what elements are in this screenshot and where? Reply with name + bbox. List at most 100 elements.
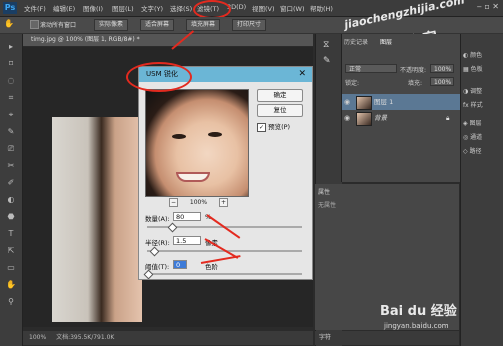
photoshop-logo: Ps [3,2,17,14]
status-bar: 100% 文档:395.5K/791.0K [23,331,313,345]
zoom-level[interactable]: 100% [29,334,46,341]
tool-icon[interactable]: ⌗ [5,93,17,103]
menu-type[interactable]: 文字(Y) [141,3,163,13]
menu-window[interactable]: 窗口(W) [280,3,305,13]
preview-eye [172,134,186,139]
swatches-panel-button[interactable]: ▦ 色板 [463,64,503,76]
threshold-slider-track[interactable] [147,273,302,275]
tool-icon[interactable]: ▭ [5,263,17,273]
preview-checkbox[interactable]: ✓ [257,122,266,132]
styles-icon: fx [463,102,469,109]
threshold-field[interactable]: 0 [173,260,187,269]
preview-checkbox-row[interactable]: ✓ 预览(P) [257,121,290,132]
document-tab[interactable]: timg.jpg @ 100% (图层 1, RGB/8#) * [23,34,313,46]
lock-label: 锁定: [345,80,360,87]
fit-screen-button[interactable]: 适合屏幕 [140,19,175,31]
channels-panel-button[interactable]: ◎ 通道 [463,132,503,144]
window-controls[interactable]: ‒ ▫ ✕ [477,2,499,11]
reset-button[interactable]: 复位 [257,104,303,117]
lock-icon: 🔒︎ [446,114,450,122]
print-size-button[interactable]: 打印尺寸 [232,19,267,31]
tool-icon[interactable]: ⎚ [5,144,17,154]
tab-layers[interactable]: 图层 [380,37,392,46]
tool-icon[interactable]: ✋ [5,280,17,290]
doc-size: 文档:395.5K/791.0K [56,334,115,341]
color-panel-button[interactable]: ◐ 颜色 [463,50,503,62]
filter-preview[interactable] [145,89,249,197]
blend-mode-select[interactable]: 正常 [345,64,397,73]
tool-icon[interactable]: ⚲ [5,297,17,307]
scroll-all-label: 滚动所有窗口 [40,22,77,29]
tool-icon[interactable]: ✂ [5,161,17,171]
adjust-panel-button[interactable]: ◑ 调整 [463,86,503,98]
channels-icon: ◎ [463,134,469,141]
tool-icon[interactable]: ⇱ [5,246,17,256]
scroll-all-checkbox[interactable] [30,20,39,29]
opacity-label: 不透明度: [400,67,427,74]
tool-icon[interactable]: ◐ [5,195,17,205]
fill-label: 填充: [408,80,423,87]
eye-icon[interactable]: ◉ [344,94,350,110]
styles-panel-button[interactable]: fx 样式 [463,100,503,112]
opacity-field[interactable]: 100% [430,64,454,73]
tool-icon[interactable]: ⌖ [5,110,17,120]
zoom-out-icon[interactable]: − [169,198,178,207]
hand-tool-icon: ✋ [4,19,14,28]
radius-slider-thumb[interactable] [149,246,160,257]
menu-help[interactable]: 帮助(H) [310,3,333,13]
amount-field[interactable]: 80 [173,212,201,221]
annotation-oval-dialog [126,62,192,92]
zoom-in-icon[interactable]: + [219,198,228,207]
layer-row-background[interactable]: ◉ 背景 🔒︎ [342,110,460,126]
amount-label: 数量(A): [145,215,170,223]
brush-preset-icon[interactable]: ✎ [323,56,331,66]
adjust-icon: ◑ [463,88,469,95]
tool-icon[interactable]: ◌ [5,76,17,86]
preview-mouth [176,172,210,182]
history-icon[interactable]: ⧖ [323,40,329,50]
layer-name: 图层 1 [374,98,394,106]
baidu-watermark: Bai du 经验 [380,304,457,319]
color-icon: ◐ [463,52,469,59]
tab-properties[interactable]: 属性 [318,187,330,196]
tool-icon[interactable]: ✐ [5,178,17,188]
tool-icon[interactable]: ▸ [5,42,17,52]
ok-button[interactable]: 确定 [257,89,303,102]
tool-icon[interactable]: ⬣ [5,212,17,222]
close-icon[interactable]: ✕ [298,67,306,82]
fill-screen-button[interactable]: 填充屏幕 [186,19,221,31]
paths-panel-button[interactable]: ◇ 路径 [463,146,503,158]
menu-view[interactable]: 视图(V) [252,3,275,13]
character-tab[interactable]: 字符 [315,331,459,345]
layers-icon: ◈ [463,120,468,127]
layer-thumbnail [356,96,372,110]
layers-panel-button[interactable]: ◈ 图层 [463,118,503,130]
layer-thumbnail [356,112,372,126]
tool-icon[interactable]: ⌑ [5,59,17,69]
paths-icon: ◇ [463,148,468,155]
tool-icon[interactable]: T [5,229,17,239]
canvas-image[interactable] [52,117,142,322]
menu-image[interactable]: 图像(I) [83,3,103,13]
tools-panel: ▸ ⌑ ◌ ⌗ ⌖ ✎ ⎚ ✂ ✐ ◐ ⬣ T ⇱ ▭ ✋ ⚲ [0,34,23,346]
tool-icon[interactable]: ✎ [5,127,17,137]
preview-zoom: 100% [189,199,208,206]
preview-label: 预览(P) [268,123,291,131]
menu-edit[interactable]: 编辑(E) [53,3,75,13]
usm-sharpen-dialog: USM 锐化 ✕ − 100% + 确定 复位 ✓ 预览(P) 数量(A): 8… [138,66,313,280]
amount-slider-thumb[interactable] [167,222,178,233]
preview-eye [208,132,222,137]
fill-field[interactable]: 100% [430,77,454,86]
menu-file[interactable]: 文件(F) [24,3,46,13]
threshold-slider-thumb[interactable] [143,269,154,280]
tab-history[interactable]: 历史记录 [344,37,368,46]
actual-pixels-button[interactable]: 实际像素 [94,19,129,31]
menu-layer[interactable]: 图层(L) [112,3,134,13]
radius-field[interactable]: 1.5 [173,236,201,245]
baidu-url: jingyan.baidu.com [384,322,449,330]
preview-zoom-row: − 100% + [169,198,228,207]
layer-row-1[interactable]: ◉ 图层 1 [342,94,460,110]
radius-label: 半径(R): [145,239,170,247]
menu-select[interactable]: 选择(S) [170,3,192,13]
eye-icon[interactable]: ◉ [344,110,350,126]
